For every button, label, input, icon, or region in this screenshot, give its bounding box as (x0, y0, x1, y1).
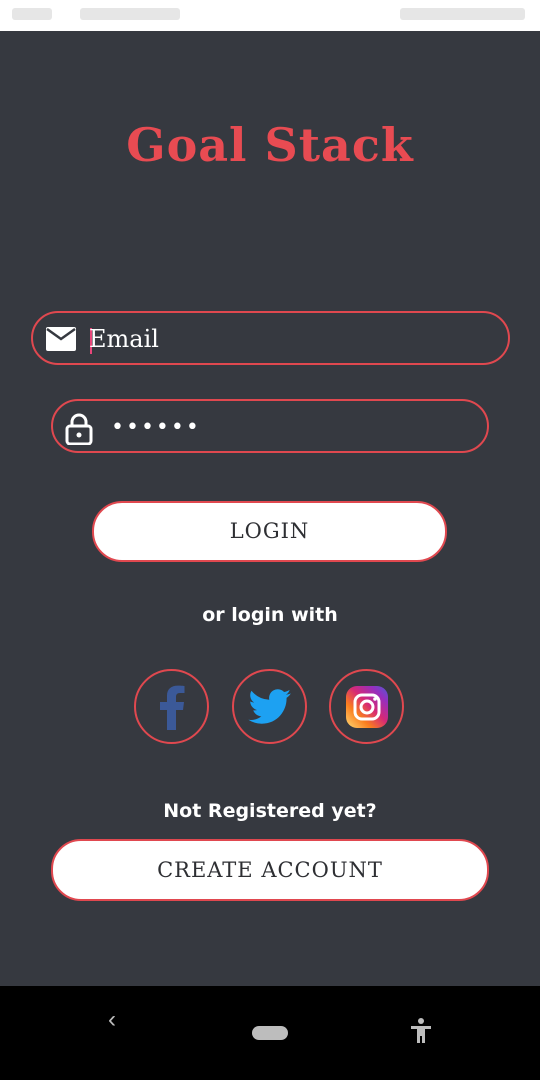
register-caption: Not Registered yet? (163, 800, 377, 822)
accessibility-icon[interactable] (410, 1018, 432, 1049)
mail-icon (45, 326, 76, 356)
home-pill-icon[interactable] (252, 1026, 288, 1040)
status-bar (0, 0, 540, 31)
twitter-icon (247, 688, 291, 724)
back-icon[interactable]: ‹ (108, 1006, 116, 1034)
status-notification-icons (80, 8, 180, 20)
email-field-container[interactable] (31, 311, 510, 365)
password-input[interactable]: •••••• (111, 415, 201, 440)
social-login-caption: or login with (202, 604, 338, 626)
login-button[interactable]: LOGIN (92, 501, 447, 562)
email-input[interactable] (89, 319, 449, 359)
instagram-login-button[interactable] (329, 669, 404, 744)
navigation-bar: ‹ (0, 986, 540, 1080)
facebook-icon (159, 685, 184, 730)
status-right-icons (400, 8, 525, 20)
facebook-login-button[interactable] (134, 669, 209, 744)
lock-icon (65, 413, 95, 446)
app-title: Goal Stack (126, 118, 414, 172)
instagram-icon (345, 685, 388, 728)
create-account-button[interactable]: CREATE ACCOUNT (51, 839, 489, 901)
twitter-login-button[interactable] (232, 669, 307, 744)
password-field-container[interactable]: •••••• (51, 399, 489, 453)
status-left-icons (12, 8, 52, 20)
